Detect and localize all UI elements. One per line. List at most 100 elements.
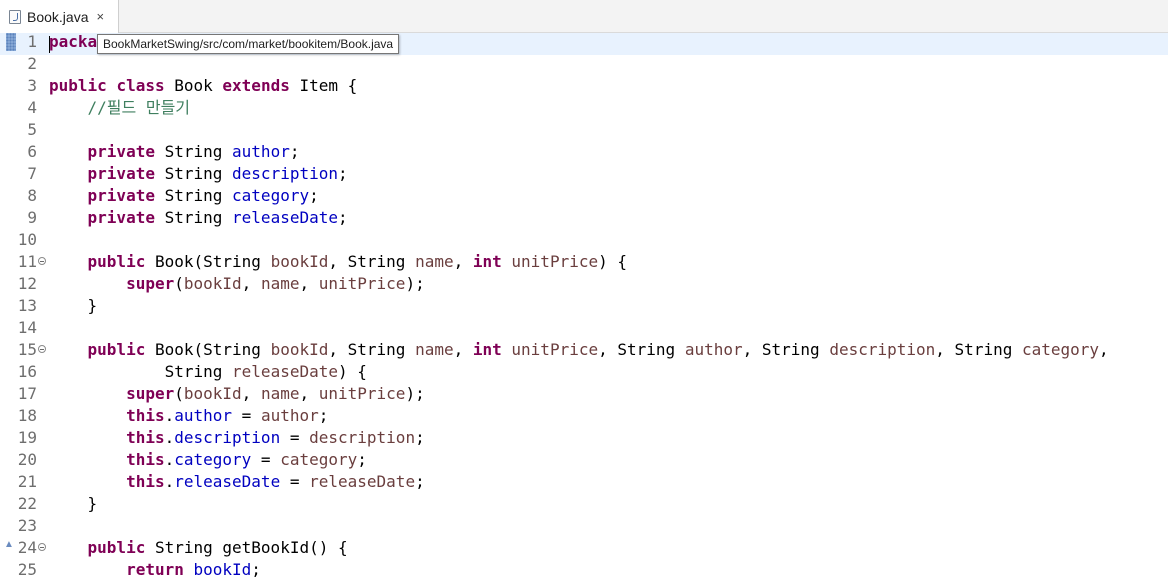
code-line[interactable]: 8 private String category; — [0, 185, 1168, 207]
code-text: } — [49, 295, 98, 317]
keyword: this — [126, 472, 165, 491]
keyword: return — [126, 560, 184, 579]
code-editor[interactable]: 1 packa 2 3 public class Book extends Item {… — [0, 31, 1168, 586]
code-token: , String — [328, 340, 416, 359]
code-token: String — [49, 362, 233, 381]
code-token: , String — [598, 340, 685, 359]
code-line[interactable]: 21 this.releaseDate = releaseDate; — [0, 471, 1168, 493]
comment: //필드 만들기 — [87, 98, 191, 117]
code-token: } — [49, 296, 98, 315]
line-number: 14 — [17, 318, 37, 337]
code-line[interactable]: 6 private String author; — [0, 141, 1168, 163]
code-text: return bookId; — [49, 559, 261, 581]
code-line[interactable]: ▲ 24 public String getBookId() { — [0, 537, 1168, 559]
code-line[interactable]: 22 } — [0, 493, 1168, 515]
keyword: public — [87, 252, 146, 271]
code-token: , — [241, 274, 261, 293]
tab-label: Book.java — [27, 8, 89, 25]
code-token: . — [164, 472, 175, 491]
code-line[interactable]: 15 public Book(String bookId, String nam… — [0, 339, 1168, 361]
line-number: 5 — [27, 120, 37, 139]
code-line[interactable]: 9 private String releaseDate; — [0, 207, 1168, 229]
line-number: 3 — [27, 76, 37, 95]
parameter-name: description — [829, 340, 936, 359]
code-lines[interactable]: 1 packa 2 3 public class Book extends Item {… — [0, 31, 1168, 581]
code-line[interactable]: 14 — [0, 317, 1168, 339]
code-line[interactable]: 19 this.description = description; — [0, 427, 1168, 449]
line-number: 24 — [17, 538, 37, 557]
code-text: public Book(String bookId, String name, … — [49, 251, 627, 273]
line-number: 2 — [27, 54, 37, 73]
code-text: private String description; — [49, 163, 348, 185]
code-token: ; — [309, 186, 319, 205]
field-name: category — [174, 450, 252, 469]
code-line[interactable]: 7 private String description; — [0, 163, 1168, 185]
code-token: ); — [405, 274, 425, 293]
keyword: private — [87, 164, 155, 183]
line-number: 25 — [17, 560, 37, 579]
parameter-name: name — [415, 340, 454, 359]
code-line[interactable]: 25 return bookId; — [0, 559, 1168, 581]
keyword: public — [49, 76, 107, 95]
code-line[interactable]: 5 — [0, 119, 1168, 141]
code-token: ; — [318, 406, 329, 425]
code-line[interactable]: 16 String releaseDate) { — [0, 361, 1168, 383]
code-line[interactable]: 3 public class Book extends Item { — [0, 75, 1168, 97]
code-text: //필드 만들기 — [49, 97, 191, 119]
code-line[interactable]: 13 } — [0, 295, 1168, 317]
code-text: this.description = description; — [49, 427, 425, 449]
code-text: packa — [49, 31, 97, 53]
close-icon[interactable]: × — [96, 10, 104, 23]
code-line[interactable]: 10 — [0, 229, 1168, 251]
parameter-name: unitPrice — [511, 252, 599, 271]
code-line[interactable]: 12 super(bookId, name, unitPrice); — [0, 273, 1168, 295]
parameter-name: description — [309, 428, 416, 447]
code-token: Book(String — [145, 252, 271, 271]
editor-tab-bar: Book.java × — [0, 0, 1168, 33]
code-line[interactable]: 17 super(bookId, name, unitPrice); — [0, 383, 1168, 405]
line-number: 7 — [27, 164, 37, 183]
code-token: . — [164, 406, 175, 425]
code-token: . — [164, 428, 175, 447]
keyword: extends — [222, 76, 290, 95]
line-number: 1 — [27, 32, 37, 51]
code-token: ) { — [598, 252, 628, 271]
code-token: , — [453, 252, 473, 271]
parameter-name: unitPrice — [318, 274, 406, 293]
editor-tab-book-java[interactable]: Book.java × — [0, 0, 119, 33]
code-line[interactable]: 18 this.author = author; — [0, 405, 1168, 427]
line-number: 19 — [17, 428, 37, 447]
fold-toggle-icon[interactable] — [38, 257, 46, 265]
parameter-name: bookId — [183, 384, 242, 403]
code-line[interactable]: 20 this.category = category; — [0, 449, 1168, 471]
line-number: 21 — [17, 472, 37, 491]
code-text: private String releaseDate; — [49, 207, 348, 229]
parameter-name: releaseDate — [232, 362, 338, 381]
code-text: private String category; — [49, 185, 319, 207]
code-token: = — [280, 428, 310, 447]
fold-toggle-icon[interactable] — [38, 345, 46, 353]
keyword: class — [116, 76, 165, 95]
code-line[interactable]: 4 //필드 만들기 — [0, 97, 1168, 119]
fold-toggle-icon[interactable] — [38, 543, 46, 551]
parameter-name: bookId — [270, 340, 329, 359]
parameter-name: unitPrice — [318, 384, 406, 403]
keyword: public — [87, 538, 146, 557]
code-token: , — [299, 384, 319, 403]
code-line[interactable]: 2 — [0, 53, 1168, 75]
keyword: int — [472, 340, 502, 359]
keyword: this — [126, 428, 165, 447]
code-token: = — [251, 450, 281, 469]
field-name: releaseDate — [232, 208, 338, 227]
code-line[interactable]: 11 public Book(String bookId, String nam… — [0, 251, 1168, 273]
code-token: = — [232, 406, 261, 425]
code-line[interactable]: 23 — [0, 515, 1168, 537]
line-number: 15 — [17, 340, 37, 359]
